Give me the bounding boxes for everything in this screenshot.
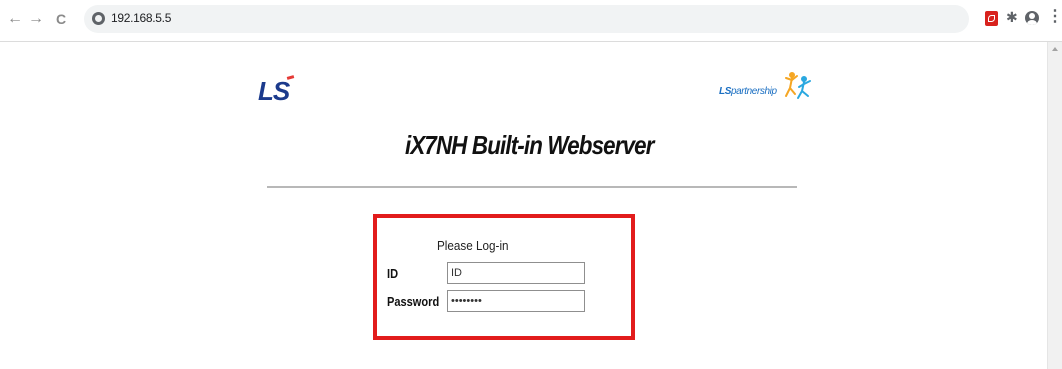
login-caption: Please Log-in [437, 238, 509, 253]
site-info-icon[interactable] [92, 12, 105, 25]
partnership-logo-suffix: partnership [730, 86, 777, 97]
url-text[interactable]: 192.168.5.5 [111, 11, 171, 25]
ls-logo-accent [286, 75, 295, 80]
extensions-icon[interactable]: ✱ [1006, 9, 1018, 26]
scroll-up-arrow-icon[interactable] [1052, 47, 1058, 51]
password-input[interactable] [447, 290, 585, 312]
page-title: iX7NH Built-in Webserver [405, 130, 654, 160]
pdf-extension-icon[interactable] [985, 11, 998, 26]
ls-logo: LS [258, 75, 295, 107]
reload-icon[interactable]: C [56, 8, 66, 30]
partnership-logo-prefix: LS [719, 86, 731, 97]
id-label: ID [387, 266, 399, 281]
partnership-figures-icon [785, 72, 811, 99]
back-arrow-icon[interactable]: ← [7, 8, 23, 30]
header-divider [267, 186, 797, 188]
ls-partnership-logo: LSpartnership [719, 86, 777, 97]
vertical-scrollbar[interactable] [1047, 42, 1062, 369]
ls-logo-text: LS [258, 76, 290, 106]
password-label: Password [387, 294, 440, 309]
forward-arrow-icon[interactable]: → [28, 8, 44, 30]
address-bar[interactable]: 192.168.5.5 [84, 5, 969, 33]
profile-avatar-icon[interactable] [1025, 11, 1039, 25]
id-input[interactable] [447, 262, 585, 284]
browser-menu-icon[interactable]: ⋮ [1047, 8, 1062, 26]
browser-toolbar: ← → C 192.168.5.5 ✱ ⋮ [0, 0, 1062, 42]
